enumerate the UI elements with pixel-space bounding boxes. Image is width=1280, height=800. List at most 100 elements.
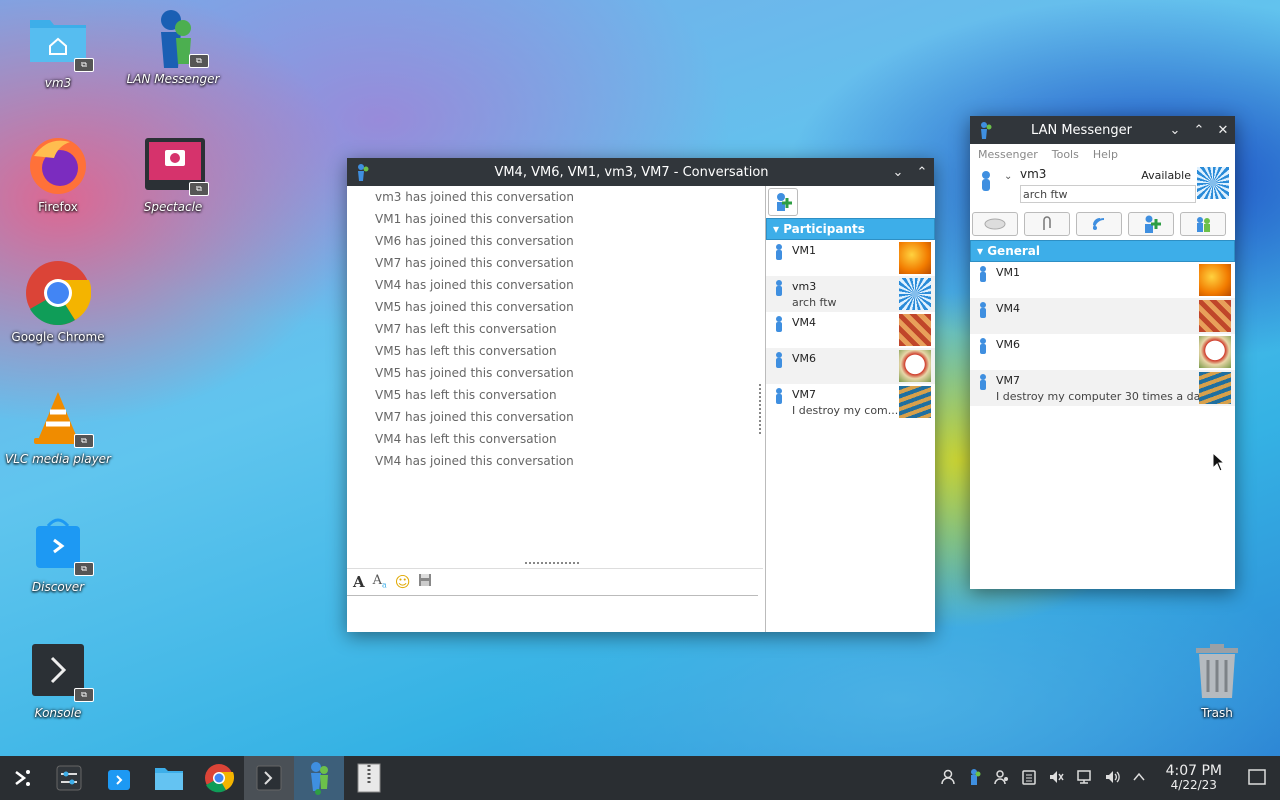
icon-label: Google Chrome	[11, 330, 105, 344]
menu-messenger[interactable]: Messenger	[978, 148, 1038, 161]
lan-messenger-tray-icon[interactable]	[968, 768, 982, 789]
save-icon[interactable]	[418, 573, 432, 590]
participant-item[interactable]: VM7 I destroy my com...	[766, 384, 935, 420]
menu-help[interactable]: Help	[1093, 148, 1118, 161]
lan-messenger-window: LAN Messenger ⌄ ⌃ ✕ Messenger Tools Help…	[970, 116, 1235, 589]
maximize-button[interactable]: ⌃	[910, 165, 934, 180]
system-settings-task[interactable]	[44, 756, 94, 800]
chrome-task[interactable]	[194, 756, 244, 800]
konsole-icon: ⧉	[28, 642, 94, 702]
maximize-button[interactable]: ⌃	[1187, 123, 1211, 138]
taskbar: 4:07 PM 4/22/23	[0, 756, 1280, 800]
vlc-icon: ⧉	[28, 388, 94, 448]
add-contact-button[interactable]	[1128, 212, 1174, 236]
send-file-button[interactable]	[1024, 212, 1070, 236]
chevron-down-icon[interactable]: ⌄	[1004, 171, 1012, 182]
desktop-icon-konsole[interactable]: ⧉ Konsole	[3, 642, 113, 720]
desktop-icon-trash[interactable]: Trash	[1162, 642, 1272, 720]
user-avatar[interactable]	[1197, 167, 1229, 199]
group-chat-button[interactable]	[1180, 212, 1226, 236]
lan-messenger-icon	[976, 121, 994, 139]
status-message-input[interactable]	[1020, 185, 1196, 203]
user-switcher-icon[interactable]	[940, 769, 956, 788]
avatar	[899, 242, 931, 274]
participant-name: vm3	[792, 280, 817, 293]
participant-item[interactable]: VM6	[766, 348, 935, 384]
clipboard-icon[interactable]	[1021, 769, 1036, 788]
spectacle-icon: ⧉	[143, 136, 209, 196]
contact-list: VM1 VM4 VM6 VM7 I destroy my computer 30…	[970, 262, 1235, 406]
contact-item[interactable]: VM6	[970, 334, 1235, 370]
desktop-icon-vlc[interactable]: ⧉ VLC media player	[3, 388, 113, 466]
participant-item[interactable]: vm3 arch ftw	[766, 276, 935, 312]
participants-header[interactable]: ▾ Participants	[766, 218, 935, 240]
system-message: VM7 has left this conversation	[375, 322, 557, 336]
minimize-button[interactable]: ⌄	[886, 165, 910, 180]
contact-item[interactable]: VM4	[970, 298, 1235, 334]
message-input[interactable]	[347, 595, 758, 632]
system-message: VM4 has joined this conversation	[375, 278, 574, 292]
availability-status[interactable]: Available	[1141, 169, 1191, 182]
format-toolbar: A Aa ☺	[347, 568, 763, 594]
discover-task[interactable]	[94, 756, 144, 800]
broadcast-button[interactable]	[1076, 212, 1122, 236]
desktop-icon-discover[interactable]: ⧉ Discover	[3, 516, 113, 594]
volume-icon[interactable]	[1104, 769, 1120, 788]
contact-item[interactable]: VM7 I destroy my computer 30 times a da.…	[970, 370, 1235, 406]
contact-item[interactable]: VM1	[970, 262, 1235, 298]
font-color-icon[interactable]: Aa	[373, 573, 387, 590]
desktop-icon-firefox[interactable]: Firefox	[3, 136, 113, 214]
conversation-titlebar[interactable]: VM4, VM6, VM1, vm3, VM7 - Conversation ⌄…	[347, 158, 934, 186]
chat-button[interactable]	[972, 212, 1018, 236]
messenger-titlebar[interactable]: LAN Messenger ⌄ ⌃ ✕	[970, 116, 1235, 144]
chevron-up-icon[interactable]	[1132, 770, 1146, 787]
participant-name: VM1	[792, 244, 817, 257]
main-toolbar	[970, 212, 1235, 236]
icon-label: Discover	[31, 580, 85, 594]
application-launcher-button[interactable]	[0, 756, 44, 800]
group-header-general[interactable]: ▾ General	[970, 240, 1235, 262]
participant-item[interactable]: VM1	[766, 240, 935, 276]
file-manager-task[interactable]	[144, 756, 194, 800]
system-message: VM1 has joined this conversation	[375, 212, 574, 226]
chrome-icon	[25, 260, 92, 326]
participant-status: I destroy my com...	[792, 404, 899, 417]
konsole-task[interactable]	[244, 756, 294, 800]
desktop-icon-lan-messenger[interactable]: ⧉ LAN Messenger	[118, 8, 228, 86]
profile-area: ⌄ vm3 Available	[970, 165, 1235, 209]
system-message: vm3 has joined this conversation	[375, 190, 574, 204]
desktop-icon-google-chrome[interactable]: Google Chrome	[3, 260, 113, 344]
people-icon[interactable]	[993, 769, 1010, 788]
add-contact-button[interactable]	[768, 188, 798, 216]
firefox-icon	[28, 136, 88, 196]
digital-clock[interactable]: 4:07 PM 4/22/23	[1166, 764, 1222, 792]
lan-messenger-task[interactable]	[294, 756, 344, 800]
status-user-icon[interactable]	[980, 171, 992, 194]
contact-name: VM1	[996, 266, 1021, 279]
user-icon	[978, 338, 988, 357]
desktop-icon-spectacle[interactable]: ⧉ Spectacle	[118, 136, 228, 214]
system-message: VM6 has joined this conversation	[375, 234, 574, 248]
icon-label: Trash	[1201, 706, 1233, 720]
participants-list: VM1 vm3 arch ftw VM4 VM6 VM7 I destroy m…	[766, 240, 935, 420]
icon-label: Konsole	[34, 706, 82, 720]
user-name: vm3	[1020, 167, 1047, 181]
avatar	[1199, 336, 1231, 368]
message-history[interactable]: vm3 has joined this conversation VM1 has…	[347, 186, 763, 558]
network-icon[interactable]	[1076, 769, 1092, 788]
desktop-icon-vm3[interactable]: ⧉ vm3	[3, 12, 113, 90]
archive-manager-task[interactable]	[344, 756, 394, 800]
avatar	[1199, 264, 1231, 296]
show-desktop-icon[interactable]	[1248, 768, 1266, 788]
discover-icon: ⧉	[28, 516, 94, 576]
menu-tools[interactable]: Tools	[1052, 148, 1079, 161]
muted-speaker-icon[interactable]	[1048, 769, 1064, 788]
avatar	[1199, 372, 1231, 404]
close-button[interactable]: ✕	[1211, 123, 1235, 138]
lan-messenger-icon: ⧉	[143, 8, 209, 68]
font-icon[interactable]: A	[353, 573, 365, 591]
emoticon-icon[interactable]: ☺	[395, 573, 411, 591]
participant-name: VM4	[792, 316, 817, 329]
participant-item[interactable]: VM4	[766, 312, 935, 348]
minimize-button[interactable]: ⌄	[1163, 123, 1187, 138]
